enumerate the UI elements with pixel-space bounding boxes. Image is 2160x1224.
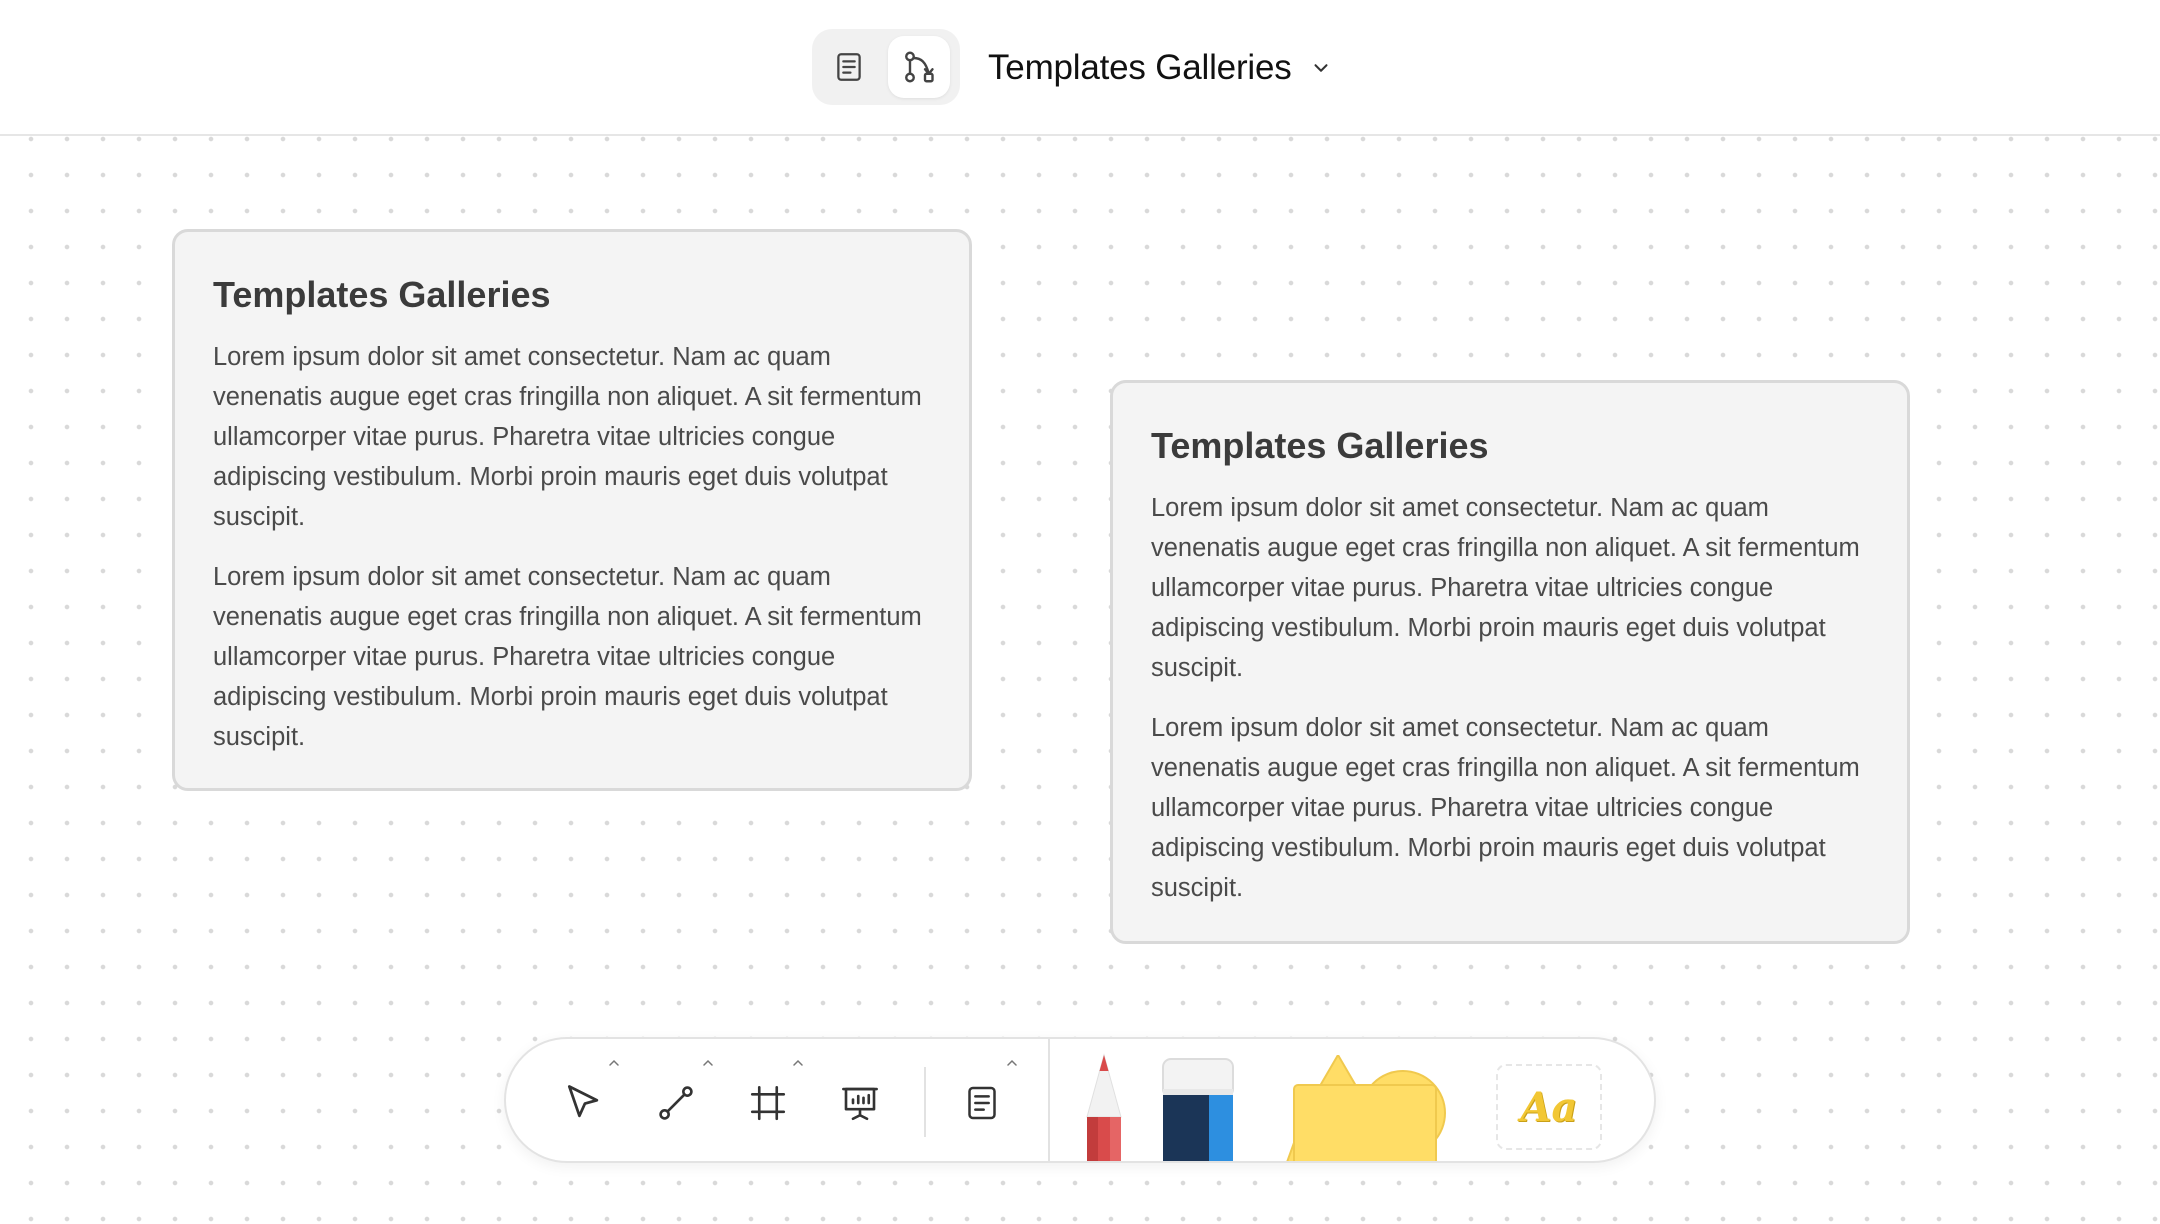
chevron-up-icon <box>793 1059 803 1066</box>
flow-icon <box>905 51 934 83</box>
top-bar: Templates Galleries <box>0 0 2160 136</box>
note-icon <box>968 1086 996 1120</box>
chevron-up-icon <box>1007 1059 1017 1066</box>
text-card[interactable]: Templates Galleries Lorem ipsum dolor si… <box>1110 380 1910 944</box>
card-title: Templates Galleries <box>1151 425 1489 466</box>
shapes-tool-icon[interactable] <box>1276 1055 1456 1163</box>
text-card[interactable]: Templates Galleries Lorem ipsum dolor si… <box>172 229 972 791</box>
eraser-tool-icon[interactable] <box>1161 1057 1235 1163</box>
text-tool-button[interactable]: Aa <box>1496 1064 1602 1150</box>
connector-tool-button[interactable] <box>646 1073 706 1133</box>
presentation-tool-button[interactable] <box>830 1073 890 1133</box>
document-mode-button[interactable] <box>818 36 880 98</box>
card-title: Templates Galleries <box>213 274 551 315</box>
toolbar-divider <box>1048 1039 1050 1161</box>
presentation-icon <box>842 1087 878 1121</box>
frame-tool-options[interactable] <box>790 1057 806 1069</box>
select-tool-options[interactable] <box>606 1057 622 1069</box>
frame-tool-button[interactable] <box>738 1073 798 1133</box>
cursor-icon <box>567 1085 599 1118</box>
frame-icon <box>750 1085 786 1121</box>
note-tool-options[interactable] <box>1004 1057 1020 1069</box>
note-tool-button[interactable] <box>952 1073 1012 1133</box>
pencil-tool-icon[interactable] <box>1079 1053 1129 1163</box>
connector-icon <box>659 1086 693 1120</box>
board-title-dropdown[interactable]: Templates Galleries <box>988 40 1332 96</box>
select-tool-button[interactable] <box>554 1073 614 1133</box>
card-paragraph: Lorem ipsum dolor sit amet consectetur. … <box>1151 494 1860 682</box>
chevron-up-icon <box>703 1059 713 1066</box>
chevron-down-icon <box>1314 64 1328 72</box>
view-mode-switch <box>812 29 960 105</box>
bottom-toolbar: Aa <box>504 1037 1656 1163</box>
card-paragraph: Lorem ipsum dolor sit amet consectetur. … <box>1151 714 1860 902</box>
card-paragraph: Lorem ipsum dolor sit amet consectetur. … <box>213 563 922 751</box>
flow-mode-button[interactable] <box>888 36 950 98</box>
document-icon <box>837 53 861 81</box>
page-title: Templates Galleries <box>988 48 1292 87</box>
toolbar-divider <box>924 1067 926 1137</box>
card-paragraph: Lorem ipsum dolor sit amet consectetur. … <box>213 343 922 531</box>
text-tool-label: Aa <box>1520 1083 1578 1131</box>
connector-tool-options[interactable] <box>700 1057 716 1069</box>
chevron-up-icon <box>609 1059 619 1066</box>
